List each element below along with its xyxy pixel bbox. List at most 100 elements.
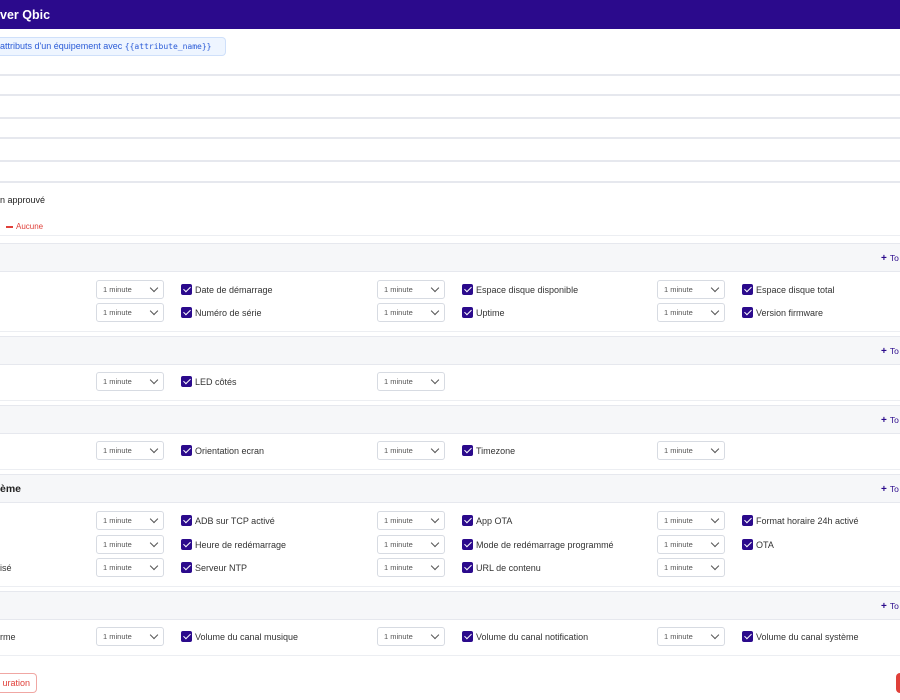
interval-select[interactable]: 1 minute [96,558,164,577]
attribute-checkbox[interactable] [462,562,473,573]
section-header-3: + To [0,405,900,434]
interval-select[interactable]: 1 minute [657,535,725,554]
chevron-down-icon [430,375,440,385]
app-header: ver Qbic [0,0,900,29]
interval-select-value: 1 minute [103,446,132,455]
chevron-down-icon [149,561,159,571]
interval-select-value: 1 minute [384,308,413,317]
attribute-checkbox-label: Timezone [476,446,516,456]
attribute-checkbox-label: Format horaire 24h activé [756,516,859,526]
attribute-hint-text: attributs d'un équipement avec [0,41,125,51]
form-field-5[interactable] [0,160,900,162]
chevron-down-icon [149,514,159,524]
select-all-label: To [889,484,899,494]
attribute-checkbox[interactable] [462,307,473,318]
attribute-checkbox[interactable] [742,284,753,295]
interval-select[interactable]: 1 minute [377,441,445,460]
select-all-button[interactable]: + To [881,346,899,357]
interval-select[interactable]: 1 minute [96,535,164,554]
select-all-label: To [889,415,899,425]
interval-select[interactable]: 1 minute [96,627,164,646]
interval-select[interactable]: 1 minute [657,303,725,322]
interval-select[interactable]: 1 minute [96,303,164,322]
interval-select-value: 1 minute [384,285,413,294]
interval-select[interactable]: 1 minute [657,280,725,299]
attribute-checkbox[interactable] [181,539,192,550]
section-title: ème [0,483,22,495]
minus-icon [6,226,13,228]
interval-select[interactable]: 1 minute [96,280,164,299]
interval-select-value: 1 minute [384,516,413,525]
attribute-checkbox[interactable] [181,515,192,526]
form-field-4[interactable] [0,137,900,139]
attribute-checkbox[interactable] [742,539,753,550]
select-all-button[interactable]: + To [881,253,899,264]
attribute-checkbox[interactable] [742,515,753,526]
attribute-checkbox[interactable] [181,445,192,456]
plus-icon: + [881,253,887,264]
interval-select[interactable]: 1 minute [377,558,445,577]
plus-icon: + [881,346,887,357]
chevron-down-icon [430,283,440,293]
attribute-checkbox[interactable] [462,515,473,526]
attribute-checkbox-label: ADB sur TCP activé [195,516,275,526]
attribute-checkbox[interactable] [181,307,192,318]
form-field-3[interactable] [0,117,900,119]
section-header-2: + To [0,336,900,365]
interval-select[interactable]: 1 minute [377,280,445,299]
chevron-down-icon [430,630,440,640]
attribute-row-label: isé [0,563,12,573]
interval-select[interactable]: 1 minute [96,441,164,460]
select-all-label: To [889,346,899,356]
form-field-6[interactable] [0,181,900,183]
interval-select[interactable]: 1 minute [657,627,725,646]
interval-select-value: 1 minute [664,446,693,455]
section-header-1: + To [0,243,900,272]
attribute-checkbox[interactable] [462,445,473,456]
chevron-down-icon [430,444,440,454]
attribute-checkbox-label: Date de démarrage [195,285,273,295]
save-button[interactable] [896,673,900,693]
attribute-checkbox-label: URL de contenu [476,563,541,573]
attribute-checkbox[interactable] [462,631,473,642]
interval-select[interactable]: 1 minute [96,511,164,530]
interval-select-value: 1 minute [384,446,413,455]
chevron-down-icon [149,375,159,385]
attribute-checkbox[interactable] [181,562,192,573]
interval-select[interactable]: 1 minute [657,558,725,577]
interval-select-value: 1 minute [384,377,413,386]
interval-select[interactable]: 1 minute [96,372,164,391]
interval-select-value: 1 minute [384,540,413,549]
form-field-1[interactable] [0,74,900,76]
plus-icon: + [881,601,887,612]
attribute-checkbox[interactable] [181,284,192,295]
select-none-button[interactable]: Aucune [6,222,43,231]
interval-select[interactable]: 1 minute [657,441,725,460]
attribute-checkbox-label: Serveur NTP [195,563,248,573]
chevron-down-icon [430,514,440,524]
plus-icon: + [881,484,887,495]
interval-select[interactable]: 1 minute [377,511,445,530]
approved-label: n approuvé [0,195,46,205]
chevron-down-icon [710,630,720,640]
interval-select-value: 1 minute [103,563,132,572]
interval-select[interactable]: 1 minute [377,303,445,322]
interval-select[interactable]: 1 minute [377,372,445,391]
attribute-checkbox-label: Espace disque disponible [476,285,579,295]
select-all-button[interactable]: + To [881,601,899,612]
interval-select[interactable]: 1 minute [377,627,445,646]
attribute-hint: attributs d'un équipement avec {{attribu… [0,37,226,56]
form-field-2[interactable] [0,94,900,96]
select-all-button[interactable]: + To [881,415,899,426]
reset-configuration-button[interactable]: uration [0,673,37,693]
interval-select[interactable]: 1 minute [377,535,445,554]
section-header-5: + To [0,591,900,620]
attribute-checkbox[interactable] [462,539,473,550]
attribute-checkbox[interactable] [181,376,192,387]
interval-select[interactable]: 1 minute [657,511,725,530]
attribute-checkbox[interactable] [742,631,753,642]
attribute-checkbox[interactable] [181,631,192,642]
select-all-button[interactable]: + To [881,484,899,495]
attribute-checkbox[interactable] [742,307,753,318]
attribute-checkbox[interactable] [462,284,473,295]
